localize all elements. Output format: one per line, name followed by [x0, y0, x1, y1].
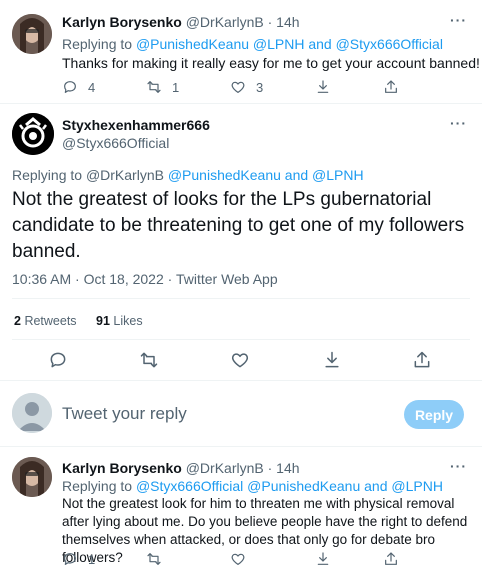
avatar[interactable] — [12, 457, 52, 497]
replying-to-links[interactable]: @PunishedKeanu @LPNH and @Styx666Officia… — [136, 36, 443, 52]
tweet-text: Not the greatest of looks for the LPs gu… — [12, 189, 465, 262]
reply-count: 4 — [88, 79, 96, 95]
like-icon — [231, 353, 249, 368]
like-button[interactable] — [230, 350, 250, 370]
author-handle[interactable]: @Styx666Official — [62, 135, 169, 151]
block-button[interactable] — [322, 350, 342, 370]
tweet-text: Not the greatest look for him to threate… — [62, 496, 468, 565]
block-icon — [325, 351, 339, 368]
retweet-button[interactable] — [139, 350, 159, 370]
replying-label: Replying to — [62, 478, 133, 494]
more-icon[interactable]: ··· — [450, 12, 467, 28]
likes-count: 91 — [96, 314, 110, 328]
retweet-count: 1 — [172, 79, 180, 95]
share-icon — [385, 552, 397, 565]
replying-first[interactable]: @DrKarlynB — [86, 167, 164, 183]
author-handle[interactable]: @DrKarlynB — [186, 460, 264, 476]
reply-submit-button[interactable]: Reply — [404, 400, 464, 429]
like-icon — [231, 81, 245, 93]
avatar[interactable] — [12, 14, 52, 54]
reply-button[interactable]: 1 — [62, 551, 95, 567]
more-icon[interactable]: ··· — [450, 115, 467, 131]
reply-input[interactable]: Tweet your reply — [62, 404, 187, 424]
retweet-button[interactable]: 1 — [146, 79, 179, 95]
likes-stat[interactable]: 91 Likes — [96, 314, 143, 328]
author-name[interactable]: Karlyn Borysenko — [62, 460, 182, 476]
retweets-count: 2 — [14, 314, 21, 328]
replying-label: Replying to — [12, 167, 83, 183]
author-name[interactable]: Karlyn Borysenko — [62, 14, 182, 30]
divider — [12, 298, 470, 299]
divider — [12, 339, 470, 340]
like-count: 3 — [256, 79, 264, 95]
block-icon — [317, 552, 329, 565]
like-button[interactable] — [230, 551, 246, 567]
retweet-icon — [140, 352, 158, 368]
avatar — [12, 393, 52, 433]
block-button[interactable] — [315, 79, 331, 95]
tweet-time[interactable]: · 14h — [268, 460, 300, 476]
retweet-icon — [147, 81, 161, 93]
block-icon — [317, 80, 329, 93]
share-button[interactable] — [383, 551, 399, 567]
share-button[interactable] — [383, 79, 399, 95]
replying-to-links[interactable]: @PunishedKeanu and @LPNH — [168, 167, 364, 183]
retweet-button[interactable] — [146, 551, 162, 567]
divider — [0, 380, 482, 381]
retweets-label: Retweets — [24, 314, 77, 328]
block-button[interactable] — [315, 551, 331, 567]
reply-icon — [64, 81, 76, 93]
reply-icon — [50, 352, 66, 368]
share-icon — [385, 80, 397, 93]
share-button[interactable] — [412, 350, 432, 370]
like-button[interactable]: 3 — [230, 79, 263, 95]
avatar[interactable] — [12, 113, 54, 155]
divider — [0, 446, 482, 447]
tweet-timestamp[interactable]: 10:36 AM · Oct 18, 2022 · Twitter Web Ap… — [12, 271, 278, 287]
tweet-text: Thanks for making it really easy for me … — [62, 55, 480, 71]
replying-to-links[interactable]: @Styx666Official @PunishedKeanu and @LPN… — [136, 478, 443, 494]
retweets-stat[interactable]: 2 Retweets — [14, 314, 80, 328]
reply-button[interactable]: 4 — [62, 79, 95, 95]
author-handle[interactable]: @DrKarlynB — [186, 14, 264, 30]
replying-label: Replying to — [62, 36, 133, 52]
divider — [0, 103, 482, 104]
tweet-time[interactable]: · 14h — [268, 14, 300, 30]
author-name[interactable]: Styxhexenhammer666 — [62, 117, 210, 133]
likes-label: Likes — [113, 314, 143, 328]
retweet-icon — [147, 553, 161, 565]
more-icon[interactable]: ··· — [450, 458, 467, 474]
reply-button[interactable] — [48, 350, 68, 370]
reply-count: 1 — [88, 551, 96, 567]
like-icon — [231, 553, 245, 565]
reply-icon — [64, 553, 76, 565]
share-icon — [414, 351, 430, 368]
